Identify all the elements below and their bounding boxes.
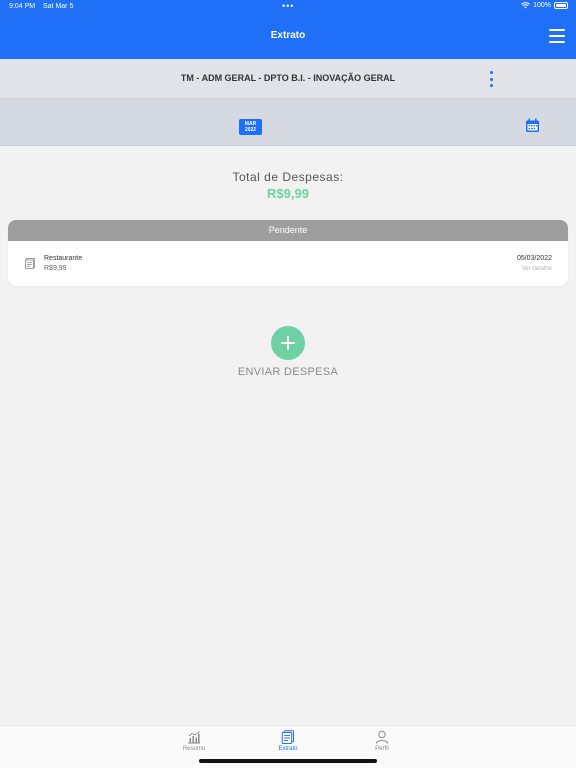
battery-percent: 100% [533,2,551,9]
app-header: 9:04 PM Sat Mar 5 ••• 100% Extrato [0,0,576,59]
company-selector[interactable]: TM - ADM GERAL - DPTO B.I. - INOVAÇÃO GE… [0,59,576,99]
company-name: TM - ADM GERAL - DPTO B.I. - INOVAÇÃO GE… [180,73,396,83]
expense-date: 05/03/2022 [516,255,552,262]
month-selector[interactable]: MAR 2022 [239,119,262,135]
home-indicator[interactable] [199,759,377,763]
status-date: Sat Mar 5 [43,3,74,10]
total-expenses-label: Total de Despesas: [232,170,344,184]
period-bar: MAR 2022 [0,99,576,146]
tab-label-extrato: Extrato [278,746,298,752]
tab-perfil[interactable]: Perfil [352,730,412,752]
expense-amount: R$9,99 [44,265,67,272]
send-expense-label[interactable]: ENVIAR DESPESA [0,366,576,378]
page-title: Extrato [270,30,306,41]
pending-header: Pendente [8,220,568,241]
expense-item[interactable]: Restaurante R$9,99 05/03/2022 Ver detalh… [8,241,568,286]
pending-expenses-card: Pendente Restaurante R$9,99 05/03/2022 V… [8,220,568,286]
receipt-icon [25,258,35,269]
calendar-icon[interactable] [525,118,540,133]
status-bar: 9:04 PM Sat Mar 5 ••• 100% [0,0,576,14]
tab-extrato[interactable]: Extrato [258,730,318,752]
hamburger-menu-icon[interactable] [549,29,565,43]
year-label: 2022 [244,127,257,133]
battery-icon [554,2,568,9]
multitasking-dots-icon[interactable]: ••• [282,1,294,11]
expense-name: Restaurante [44,255,83,262]
user-icon [375,730,389,744]
add-expense-button[interactable] [271,326,305,360]
chart-icon [188,731,200,744]
tab-resumo[interactable]: Resumo [164,730,224,752]
status-indicators: 100% [521,2,568,9]
total-expenses-value: R$9,99 [267,186,309,201]
status-time: 9:04 PM [9,3,36,10]
statement-icon [281,730,294,744]
more-options-icon[interactable] [488,71,494,87]
tab-label-resumo: Resumo [182,746,206,752]
tab-label-perfil: Perfil [375,746,389,752]
wifi-icon [521,2,531,9]
view-details-link[interactable]: Ver detalhe [522,266,552,272]
